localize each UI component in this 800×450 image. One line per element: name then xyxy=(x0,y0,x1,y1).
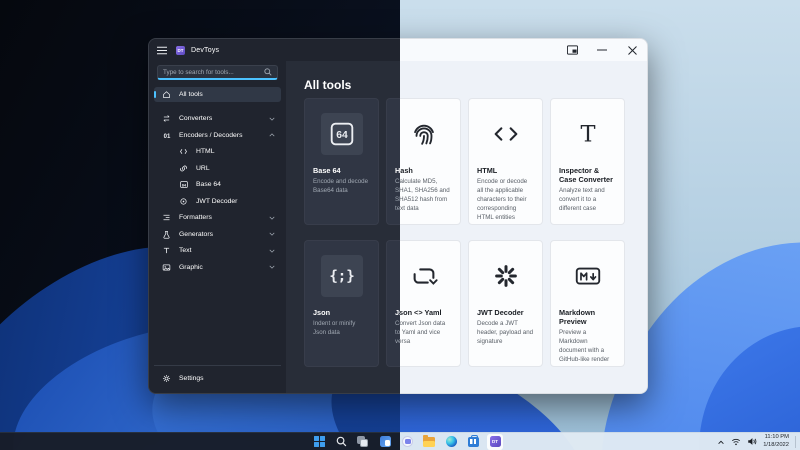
sidebar-item-html[interactable]: HTML xyxy=(154,144,281,159)
beaker-icon xyxy=(161,230,172,239)
sidebar-item-settings[interactable]: Settings xyxy=(154,371,281,386)
compact-overlay-button[interactable] xyxy=(557,39,587,61)
code-brackets-icon xyxy=(178,147,189,156)
svg-text:64: 64 xyxy=(181,183,186,187)
tool-card-markdown-preview[interactable]: Markdown Preview Preview a Markdown docu… xyxy=(550,240,625,367)
chevron-up-icon xyxy=(269,133,275,137)
sidebar-item-encoders-decoders[interactable]: 01 Encoders / Decoders xyxy=(154,128,281,143)
clock-time: 11:10 PM xyxy=(764,433,789,440)
system-tray: 11:10 PM 1/18/2022 xyxy=(717,433,797,450)
base64-square-icon: 64 xyxy=(320,113,363,155)
settings-area: Settings xyxy=(149,364,286,388)
svg-text:01: 01 xyxy=(163,133,170,139)
sidebar-item-text[interactable]: Text xyxy=(154,243,281,258)
indent-icon xyxy=(161,213,172,222)
sidebar-item-base64[interactable]: 64 Base 64 xyxy=(154,177,281,192)
swap-arrows-icon xyxy=(161,114,172,123)
network-icon[interactable] xyxy=(731,433,741,450)
sidebar-item-generators[interactable]: Generators xyxy=(154,227,281,242)
link-icon xyxy=(178,164,189,173)
sidebar-item-jwt-decoder[interactable]: JWT Decoder xyxy=(154,194,281,209)
tool-card-jwt-decoder[interactable]: JWT Decoder Decode a JWT header, payload… xyxy=(468,240,543,367)
minimize-button[interactable] xyxy=(587,39,617,61)
gear-icon xyxy=(161,374,172,383)
tool-card-inspector-case-converter[interactable]: T Inspector & Case Converter Analyze tex… xyxy=(550,98,625,225)
widgets-icon[interactable] xyxy=(377,434,393,450)
search-placeholder: Type to search for tools... xyxy=(163,68,234,76)
search-input[interactable]: Type to search for tools... xyxy=(157,65,278,80)
window-controls xyxy=(557,39,647,61)
tool-card-base64[interactable]: 64 Base 64 Encode and decode Base64 data xyxy=(304,98,379,225)
base64-icon: 64 xyxy=(178,180,189,189)
screen: DT DevToys Type to search for tools... A… xyxy=(0,0,800,450)
fingerprint-icon xyxy=(403,113,445,155)
clock-date: 1/18/2022 xyxy=(763,441,789,448)
sidebar-nav: All tools Converters 01 Encoders / Decod… xyxy=(149,87,286,275)
binary-icon: 01 xyxy=(161,131,172,140)
store-icon[interactable] xyxy=(465,434,481,450)
starburst-icon xyxy=(485,255,527,297)
letter-t-icon: T xyxy=(567,113,609,155)
svg-text:{;}: {;} xyxy=(329,269,354,285)
edge-icon[interactable] xyxy=(443,434,459,450)
sidebar-item-formatters[interactable]: Formatters xyxy=(154,210,281,225)
code-brackets-icon xyxy=(485,113,527,155)
token-icon xyxy=(178,197,189,206)
chevron-down-icon xyxy=(269,232,275,236)
image-icon xyxy=(161,263,172,272)
tool-card-html[interactable]: HTML Encode or decode all the applicable… xyxy=(468,98,543,225)
svg-text:T: T xyxy=(580,122,595,148)
json-braces-icon: {;} xyxy=(320,255,363,297)
start-button[interactable] xyxy=(311,434,327,450)
tray-chevron-up-icon[interactable] xyxy=(717,433,725,450)
volume-icon[interactable] xyxy=(747,433,757,450)
taskbar-search-icon[interactable] xyxy=(333,434,349,450)
close-button[interactable] xyxy=(617,39,647,61)
sidebar-item-converters[interactable]: Converters xyxy=(154,111,281,126)
chevron-down-icon xyxy=(269,216,275,220)
taskbar-clock[interactable]: 11:10 PM 1/18/2022 xyxy=(763,434,789,449)
file-explorer-icon[interactable] xyxy=(421,434,437,450)
convert-loop-icon xyxy=(403,255,445,297)
devtoys-taskbar-icon[interactable]: DT xyxy=(487,433,503,450)
chat-icon[interactable] xyxy=(400,434,415,450)
task-view-icon[interactable] xyxy=(355,434,371,450)
sidebar-item-url[interactable]: URL xyxy=(154,161,281,176)
sidebar-item-graphic[interactable]: Graphic xyxy=(154,260,281,275)
chevron-down-icon xyxy=(269,117,275,121)
text-icon xyxy=(161,246,172,255)
chevron-down-icon xyxy=(269,249,275,253)
window-title: DevToys xyxy=(191,46,220,54)
sidebar-item-all-tools[interactable]: All tools xyxy=(154,87,281,102)
markdown-icon xyxy=(567,255,609,297)
hamburger-menu-icon[interactable] xyxy=(157,46,167,55)
tool-card-json[interactable]: {;} Json Indent or minify Json data xyxy=(304,240,379,367)
home-icon xyxy=(161,90,172,99)
sidebar-divider xyxy=(154,364,281,366)
search-icon[interactable] xyxy=(264,68,272,76)
show-desktop-button[interactable] xyxy=(795,435,797,448)
devtoys-logo-icon: DT xyxy=(176,45,185,55)
sidebar: Type to search for tools... All tools Co… xyxy=(149,61,286,393)
chevron-down-icon xyxy=(269,265,275,269)
svg-text:64: 64 xyxy=(336,130,348,141)
